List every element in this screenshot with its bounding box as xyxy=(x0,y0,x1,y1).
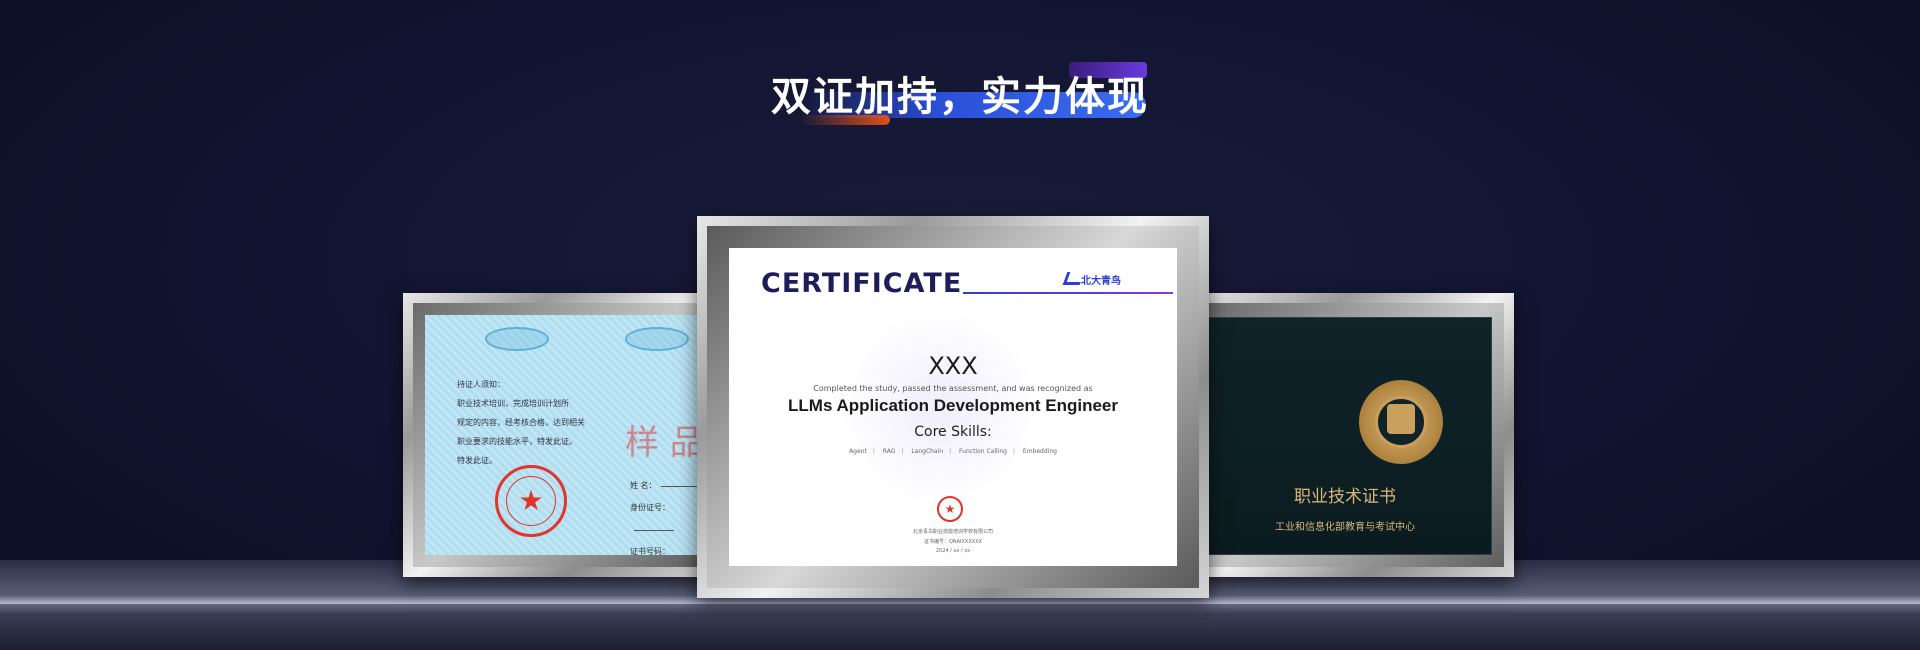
certificate-right-frame: 职业技术证书 工业和信息化部教育与考试中心 xyxy=(1198,293,1514,577)
ornament-icon xyxy=(485,327,549,351)
certificate-heading: CERTIFICATE xyxy=(761,268,963,299)
star-icon: ★ xyxy=(518,484,544,517)
certificate-number: 证书编号：QNAIXXXXXX xyxy=(923,539,983,545)
section-title: 双证加持，实力体现 xyxy=(771,74,1149,120)
sample-watermark: 样 品 xyxy=(625,423,704,463)
certificate-left-frame: 持证人须知： 职业技术培训，完成培训计划所 规定的内容，经考核合格，达到相关 职… xyxy=(403,293,713,577)
skill-item: LangChain xyxy=(911,448,944,455)
certificate-left-paper: 持证人须知： 职业技术培训，完成培训计划所 规定的内容，经考核合格，达到相关 职… xyxy=(425,315,713,555)
note-line: 持证人须知： xyxy=(457,380,505,389)
certificate-issuer: 北京青鸟职业技能培训学校有限公司 xyxy=(912,529,993,535)
certificate-right-title: 职业技术证书 xyxy=(1294,487,1396,507)
note-line: 职业技术培训，完成培训计划所 xyxy=(457,399,569,408)
emblem-icon xyxy=(1359,380,1443,464)
emblem-core xyxy=(1387,404,1415,434)
red-seal-icon: ★ xyxy=(495,465,567,537)
certificate-left-notes: 持证人须知： 职业技术培训，完成培训计划所 规定的内容，经考核合格，达到相关 职… xyxy=(457,375,585,470)
skills-list: Agent | RAG | LangChain | Function Calling |… xyxy=(849,448,1057,455)
skill-item: Agent xyxy=(849,448,867,455)
brand-name: 北大青鸟 xyxy=(1081,276,1121,287)
skill-item: RAG xyxy=(882,448,896,455)
note-line: 规定的内容，经考核合格，达到相关 xyxy=(457,418,585,427)
recipient-name: XXX xyxy=(928,352,978,380)
skill-item: Embedding xyxy=(1022,448,1057,455)
skill-item: Function Calling xyxy=(959,448,1007,455)
skills-heading: Core Skills: xyxy=(914,424,992,440)
certificate-role: LLMs Application Development Engineer xyxy=(788,396,1118,415)
certificate-description: Completed the study, passed the assessme… xyxy=(813,384,1093,393)
certificate-right-cover: 职业技术证书 工业和信息化部教育与考试中心 xyxy=(1198,317,1492,555)
certificate-right-issuer: 工业和信息化部教育与考试中心 xyxy=(1275,522,1415,533)
certificate-center-paper: CERTIFICATE 北大青鸟 XXX Completed the study… xyxy=(729,248,1177,566)
heading-underline xyxy=(963,292,1173,294)
certificate-center-frame: CERTIFICATE 北大青鸟 XXX Completed the study… xyxy=(697,216,1209,598)
certificate-date: 2024 / xx / xx xyxy=(935,548,971,554)
note-line: 职业要求的技能水平，特发此证。 xyxy=(457,437,577,446)
ornament-icon xyxy=(625,327,689,351)
red-seal-icon: ★ xyxy=(937,496,963,522)
